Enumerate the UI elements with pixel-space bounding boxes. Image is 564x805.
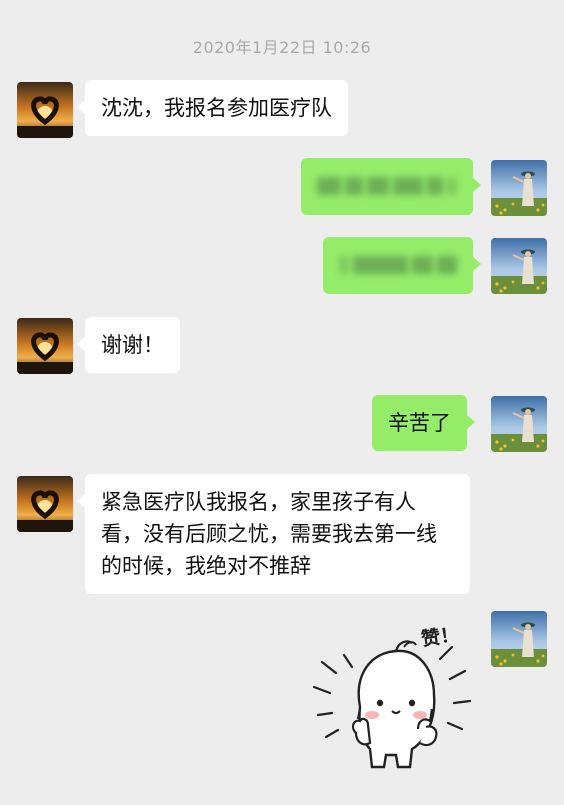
self-avatar[interactable] bbox=[491, 238, 547, 294]
timestamp: 2020年1月22日 10:26 bbox=[192, 38, 372, 57]
self-avatar[interactable] bbox=[491, 396, 547, 452]
contact-avatar[interactable] bbox=[17, 318, 73, 374]
blurred-message-text bbox=[339, 249, 457, 281]
self-avatar[interactable] bbox=[491, 160, 547, 216]
message-text: 谢谢！ bbox=[101, 333, 164, 357]
message-text: 沈沈，我报名参加医疗队 bbox=[101, 96, 332, 120]
thumbs-up-sticker[interactable]: 赞！ bbox=[300, 615, 485, 780]
heart-hands-sunset-avatar-image bbox=[17, 82, 73, 138]
message-bubble-incoming[interactable]: 沈沈，我报名参加医疗队 bbox=[77, 80, 348, 136]
message-text: 辛苦了 bbox=[388, 411, 451, 435]
message-bubble-incoming[interactable]: 紧急医疗队我报名，家里孩子有人看，没有后顾之忧，需要我去第一线的时候，我绝对不推… bbox=[77, 474, 470, 594]
woman-in-field-avatar-image bbox=[491, 396, 547, 452]
message-bubble-incoming[interactable]: 谢谢！ bbox=[77, 317, 180, 373]
heart-hands-sunset-avatar-image bbox=[17, 476, 73, 532]
message-bubble-outgoing[interactable] bbox=[301, 158, 481, 215]
contact-avatar[interactable] bbox=[17, 82, 73, 138]
blurred-message-text bbox=[317, 170, 457, 202]
woman-in-field-avatar-image bbox=[491, 160, 547, 216]
message-bubble-outgoing[interactable] bbox=[323, 237, 481, 294]
heart-hands-sunset-avatar-image bbox=[17, 318, 73, 374]
message-bubble-outgoing[interactable]: 辛苦了 bbox=[372, 395, 475, 451]
sticker-caption: 赞！ bbox=[419, 623, 461, 651]
message-text: 紧急医疗队我报名，家里孩子有人看，没有后顾之忧，需要我去第一线的时候，我绝对不推… bbox=[101, 490, 437, 578]
woman-in-field-avatar-image bbox=[491, 238, 547, 294]
contact-avatar[interactable] bbox=[17, 476, 73, 532]
woman-in-field-avatar-image bbox=[491, 611, 547, 667]
self-avatar[interactable] bbox=[491, 611, 547, 667]
